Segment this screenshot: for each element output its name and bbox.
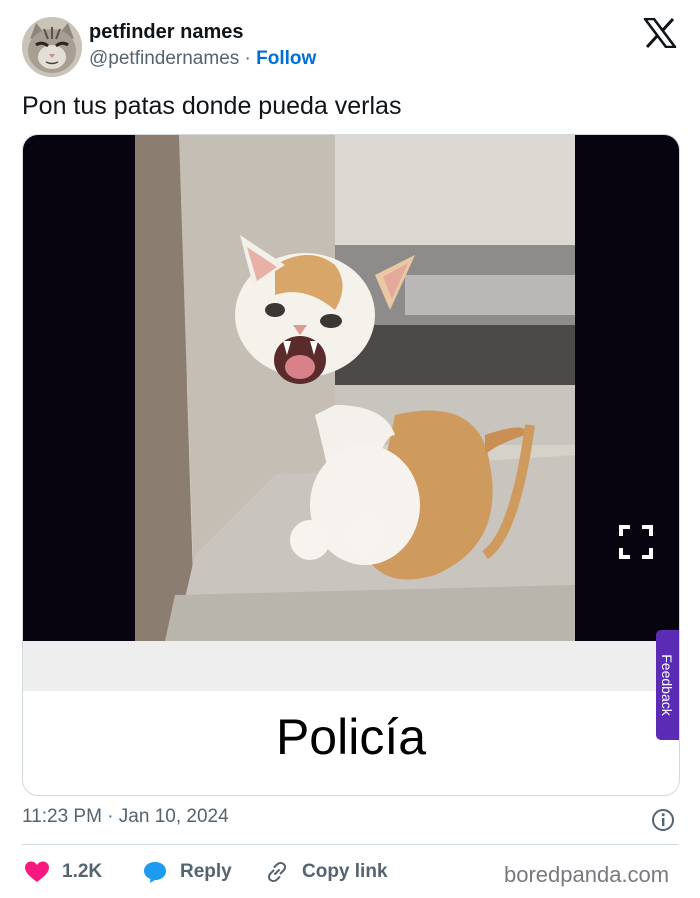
like-count: 1.2K (62, 861, 103, 882)
expand-icon[interactable] (618, 524, 654, 560)
feedback-label: Feedback (659, 654, 675, 716)
x-logo-icon[interactable] (643, 18, 677, 48)
image-caption: Policía (275, 709, 427, 765)
author-handle-row: @petfindernames · Follow (89, 48, 316, 70)
tweet-text: Pon tus patas donde pueda verlas (22, 92, 402, 120)
media-card[interactable]: Policía Feedback (22, 134, 680, 796)
author-handle[interactable]: @petfindernames (89, 48, 239, 69)
follow-button[interactable]: Follow (256, 48, 316, 69)
like-button[interactable]: 1.2K (24, 860, 102, 884)
link-icon (268, 861, 286, 883)
divider (22, 844, 678, 845)
photo-area[interactable] (23, 135, 679, 641)
feedback-tab[interactable]: Feedback (656, 630, 679, 740)
handle-separator: · (244, 48, 251, 69)
heart-icon (25, 861, 49, 882)
reply-label: Reply (180, 861, 232, 882)
author-display-name[interactable]: petfinder names (89, 21, 243, 44)
watermark: boredpanda.com (504, 862, 670, 887)
caption-band (23, 641, 679, 691)
avatar-cat-image (22, 17, 82, 77)
kitten-photo (135, 135, 575, 641)
info-icon[interactable] (651, 808, 675, 832)
tweet-timestamp[interactable]: 11:23 PM · Jan 10, 2024 (22, 806, 229, 828)
copy-link-button[interactable]: Copy link (264, 860, 388, 884)
copy-link-label: Copy link (302, 861, 388, 882)
avatar[interactable] (22, 17, 82, 77)
reply-button[interactable]: Reply (142, 860, 232, 884)
reply-bubble-icon (144, 862, 166, 883)
